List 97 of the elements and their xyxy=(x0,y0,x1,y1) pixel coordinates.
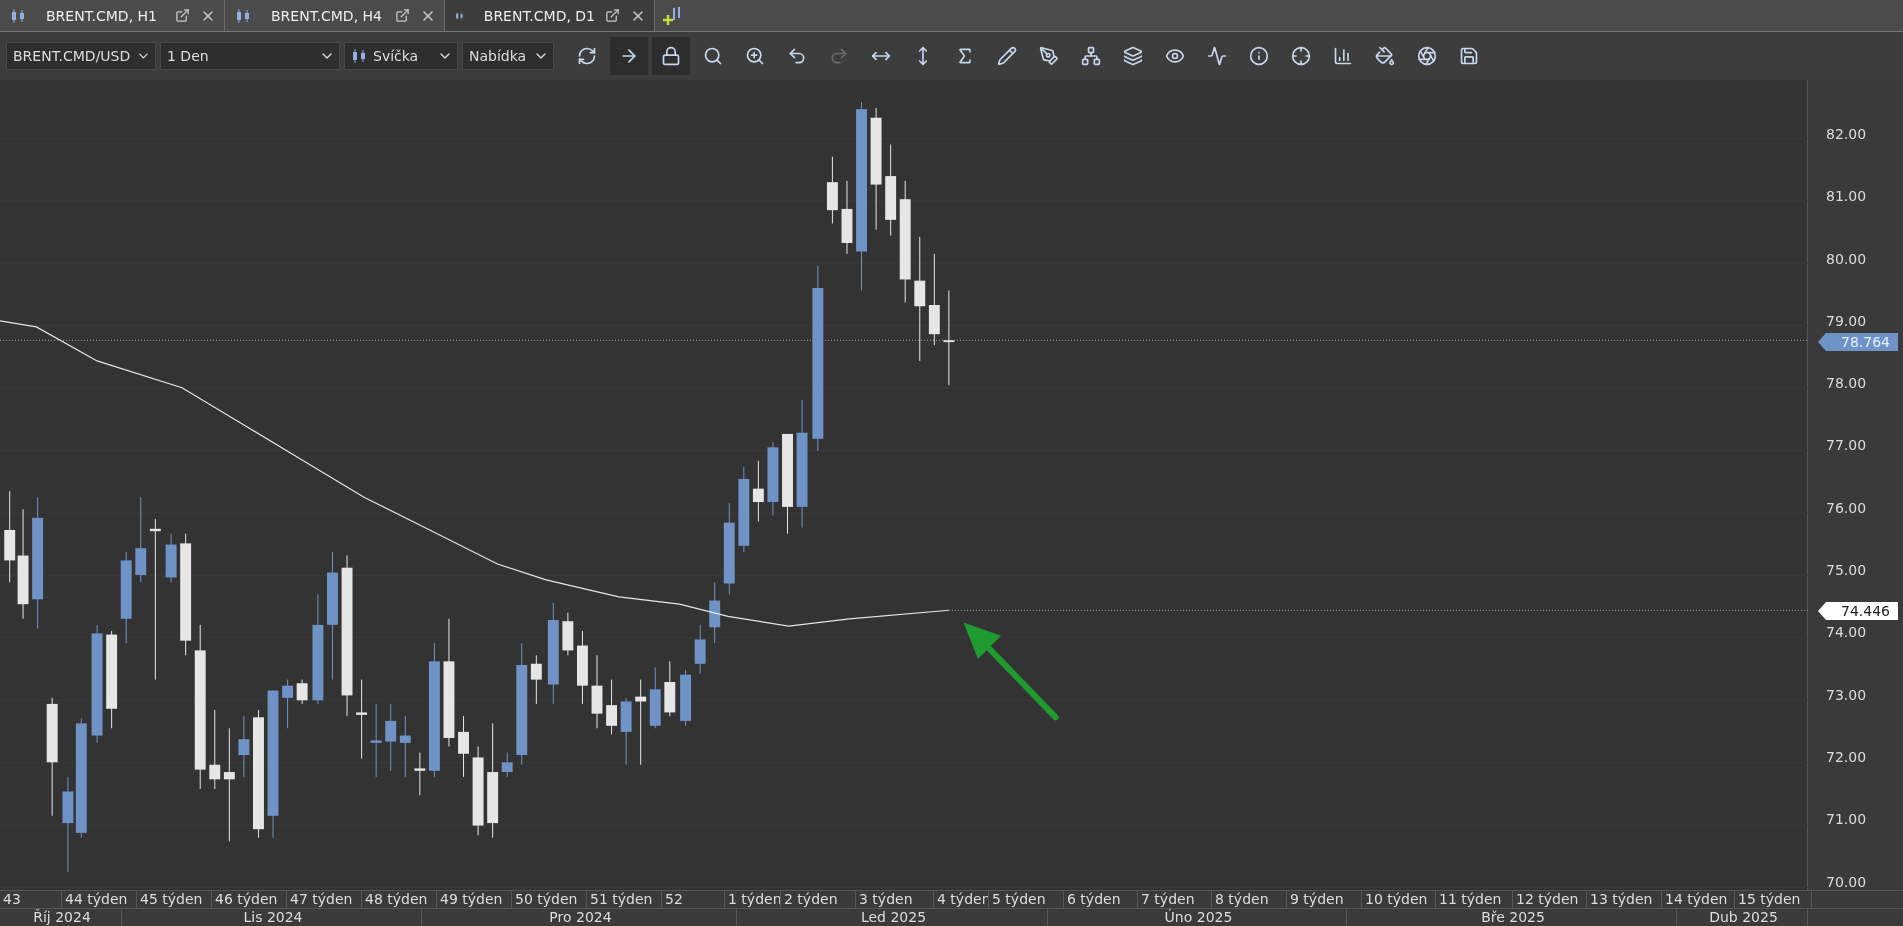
price-label: 77.00 xyxy=(1826,437,1867,454)
week-label: 14 týden xyxy=(1662,891,1735,908)
lock-icon xyxy=(661,46,681,66)
week-label: 13 týden xyxy=(1587,891,1662,908)
month-label: Úno 2025 xyxy=(1048,909,1347,926)
candle xyxy=(664,660,676,717)
week-label: 51 týden xyxy=(587,891,662,908)
eye-icon xyxy=(1165,46,1185,66)
week-label: 49 týden xyxy=(437,891,512,908)
paint-bucket-icon xyxy=(1375,46,1395,66)
week-label: 48 týden xyxy=(362,891,437,908)
week-label: 9 týden xyxy=(1287,891,1362,908)
price-type-dropdown[interactable]: Nabídka xyxy=(462,42,554,70)
chart-type-dropdown[interactable]: Svíčka xyxy=(344,42,458,70)
candle xyxy=(296,679,308,705)
week-label: 15 týden xyxy=(1735,891,1812,908)
week-label: 6 týden xyxy=(1064,891,1138,908)
candle xyxy=(606,679,618,735)
week-label: 5 týden xyxy=(989,891,1064,908)
candle xyxy=(709,581,721,644)
save-icon xyxy=(1459,46,1479,66)
week-label: 47 týden xyxy=(287,891,362,908)
candle xyxy=(165,533,177,583)
network-icon xyxy=(1081,46,1101,66)
candle xyxy=(399,715,411,778)
month-label: Bře 2025 xyxy=(1347,909,1677,926)
price-label: 75.00 xyxy=(1826,562,1867,579)
redo-icon xyxy=(829,46,849,66)
week-label: 11 týden xyxy=(1436,891,1513,908)
price-label: 72.00 xyxy=(1826,748,1867,765)
candle xyxy=(530,654,542,705)
candle xyxy=(385,703,397,772)
candlestick-icon xyxy=(351,48,367,64)
week-label: 7 týden xyxy=(1138,891,1212,908)
candle xyxy=(458,715,469,778)
candle xyxy=(414,752,426,796)
week-label: 1 týden xyxy=(725,891,781,908)
layers-icon xyxy=(1123,46,1143,66)
candle xyxy=(649,666,661,729)
week-label: 8 týden xyxy=(1212,891,1287,908)
price-label: 70.00 xyxy=(1826,873,1867,890)
popout-icon[interactable] xyxy=(395,8,410,23)
popout-icon[interactable] xyxy=(175,8,190,23)
zoom-in-icon xyxy=(745,46,765,66)
undo-icon xyxy=(787,46,807,66)
week-label: 46 týden xyxy=(212,891,287,908)
period-dropdown[interactable]: 1 Den xyxy=(160,42,340,70)
candle xyxy=(694,624,706,674)
candle xyxy=(680,669,692,727)
price-label: 71.00 xyxy=(1826,811,1867,828)
aperture-icon xyxy=(1417,46,1437,66)
week-label: 3 týden xyxy=(856,891,934,908)
candlestick-icon xyxy=(10,7,26,24)
candle xyxy=(752,460,764,522)
candle xyxy=(282,679,294,729)
month-label: Pro 2024 xyxy=(422,909,737,926)
refresh-icon xyxy=(577,46,597,66)
week-label: 52 xyxy=(662,891,725,908)
price-marker: 78.764 xyxy=(1818,333,1898,351)
price-marker: 74.446 xyxy=(1818,602,1898,620)
week-label: 2 týden xyxy=(781,891,856,908)
candlestick-icon xyxy=(235,7,251,24)
price-label: 76.00 xyxy=(1826,499,1867,516)
week-label: 45 týden xyxy=(137,891,212,908)
week-label: 12 týden xyxy=(1513,891,1587,908)
price-label: 82.00 xyxy=(1826,126,1867,142)
week-label: 43 xyxy=(0,891,62,908)
chart-tab[interactable]: BRENT.CMD, D1 xyxy=(445,0,655,31)
candle xyxy=(562,612,574,656)
candle xyxy=(826,156,838,224)
month-label: Říj 2024 xyxy=(0,909,122,926)
arrow-right-button[interactable] xyxy=(610,37,648,75)
pencil-icon xyxy=(997,46,1017,66)
week-label: 10 týden xyxy=(1362,891,1436,908)
week-label: 50 týden xyxy=(512,891,587,908)
month-label: Led 2025 xyxy=(737,909,1048,926)
bar-chart-icon xyxy=(1333,46,1353,66)
candle xyxy=(620,697,632,766)
magnifier-icon xyxy=(703,46,723,66)
price-label: 79.00 xyxy=(1826,312,1867,329)
candle xyxy=(501,752,513,778)
month-label: Dub 2025 xyxy=(1677,909,1808,926)
info-icon xyxy=(1249,46,1269,66)
crosshair-icon xyxy=(1291,46,1311,66)
lock-button[interactable] xyxy=(652,37,690,75)
candle xyxy=(238,715,250,778)
price-label: 78.00 xyxy=(1826,375,1867,392)
price-label: 73.00 xyxy=(1826,686,1867,703)
popout-icon[interactable] xyxy=(605,8,620,23)
price-label: 80.00 xyxy=(1826,250,1867,267)
wave-icon xyxy=(1207,46,1227,66)
pen-tool-icon xyxy=(1039,46,1059,66)
symbol-dropdown[interactable]: BRENT.CMD/USD xyxy=(6,42,156,70)
price-label: 74.00 xyxy=(1826,624,1867,641)
week-label: 44 týden xyxy=(62,891,137,908)
month-label: Lis 2024 xyxy=(122,909,422,926)
price-label: 81.00 xyxy=(1826,188,1867,205)
